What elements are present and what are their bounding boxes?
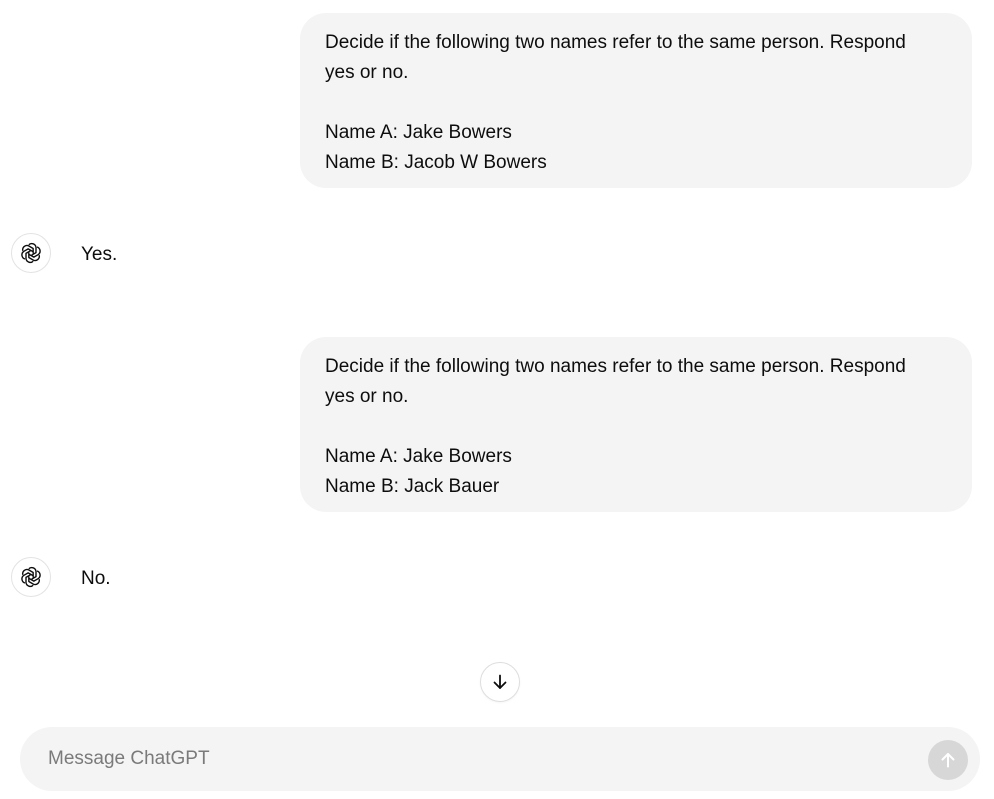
- assistant-avatar: [11, 557, 51, 597]
- send-button[interactable]: [928, 740, 968, 780]
- assistant-message-text: No.: [81, 568, 111, 589]
- openai-logo-icon: [21, 242, 41, 264]
- message-line: Name A: Jake Bowers: [325, 446, 512, 467]
- scroll-to-bottom-button[interactable]: [480, 662, 520, 702]
- message-line: Name B: Jack Bauer: [325, 476, 500, 497]
- assistant-message-text: Yes.: [81, 244, 118, 265]
- arrow-up-icon: [941, 753, 955, 768]
- assistant-message: No.: [11, 556, 111, 598]
- chat-page: Decide if the following two names refer …: [0, 0, 994, 799]
- arrow-down-icon: [493, 674, 507, 689]
- assistant-avatar: [11, 233, 51, 273]
- message-line: Name A: Jake Bowers: [325, 122, 512, 143]
- message-input[interactable]: [48, 744, 908, 774]
- openai-logo-icon: [21, 566, 41, 588]
- message-line: yes or no.: [325, 62, 409, 83]
- user-message: Decide if the following two names refer …: [300, 13, 972, 188]
- message-composer: [20, 727, 980, 791]
- message-line: yes or no.: [325, 386, 409, 407]
- message-line: Decide if the following two names refer …: [325, 356, 906, 377]
- message-line: Decide if the following two names refer …: [325, 32, 906, 53]
- user-message: Decide if the following two names refer …: [300, 337, 972, 512]
- assistant-message: Yes.: [11, 232, 117, 274]
- message-line: Name B: Jacob W Bowers: [325, 152, 547, 173]
